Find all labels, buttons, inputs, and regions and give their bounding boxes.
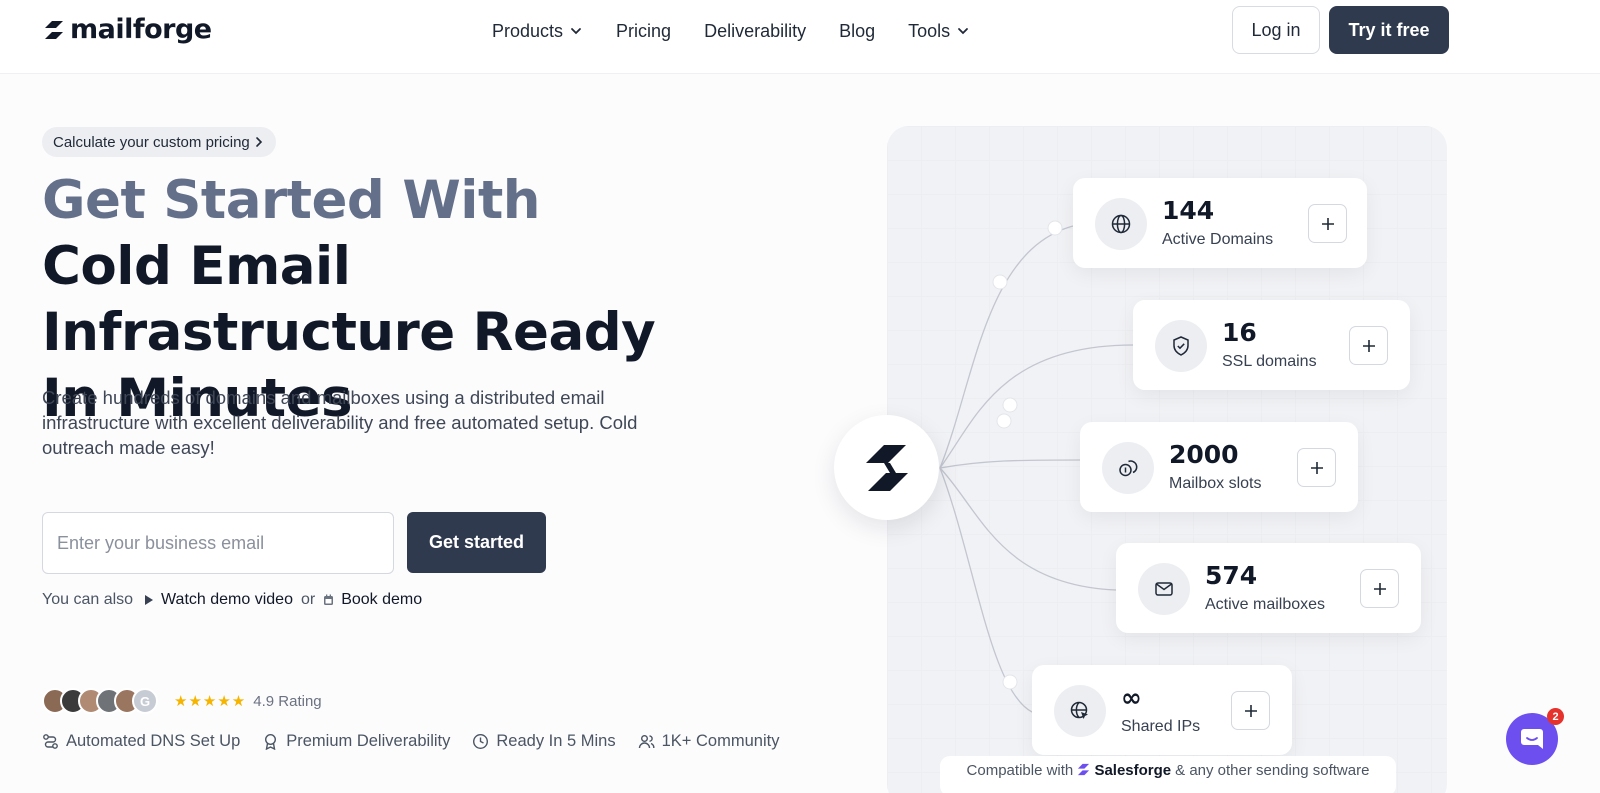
try-free-button[interactable]: Try it free (1329, 6, 1449, 54)
mailforge-logo[interactable]: mailforge (42, 14, 212, 45)
plus-icon (1373, 582, 1386, 595)
coins-icon (1102, 442, 1154, 494)
nav-item-label: Tools (908, 20, 951, 41)
feature-label: Premium Deliverability (286, 732, 451, 750)
compat-brand-name: Salesforge (1094, 762, 1172, 779)
award-icon (265, 733, 277, 750)
hero-subtitle: Create hundreds of domains and mailboxes… (42, 387, 638, 458)
forge-logo-icon (865, 444, 908, 491)
feature-list: Automated DNS Set Up Premium Deliverabil… (42, 732, 779, 751)
stat-value: 16 (1222, 318, 1257, 347)
add-mailbox-slot-button[interactable] (1297, 448, 1336, 487)
top-navbar: mailforge Products Pricing Deliverabilit… (0, 0, 1600, 74)
add-domain-button[interactable] (1308, 204, 1347, 243)
or-text: or (300, 591, 316, 608)
compat-suffix: & any other sending software (1175, 762, 1370, 779)
book-demo-label: Book demo (341, 591, 423, 608)
stat-card-shared-ips: ∞ Shared IPs (1032, 665, 1292, 755)
g2-logo-icon: G (132, 688, 158, 714)
plus-icon (1321, 217, 1334, 230)
feature-item: 1K+ Community (638, 732, 780, 751)
rating: ★★★★★ 4.9 Rating (174, 692, 322, 711)
brand-name: mailforge (70, 14, 212, 45)
salesforge-logo-icon (1078, 763, 1090, 776)
add-ssl-domain-button[interactable] (1349, 326, 1388, 365)
plus-icon (1362, 339, 1375, 352)
feature-label: Ready In 5 Mins (496, 732, 616, 750)
calendar-icon (324, 594, 334, 605)
nav-item-label: Blog (839, 20, 876, 41)
feature-item: Premium Deliverability (262, 732, 450, 751)
custom-pricing-pill[interactable]: Calculate your custom pricing (42, 127, 276, 157)
nav-item-label: Pricing (616, 20, 672, 41)
add-mailbox-button[interactable] (1360, 569, 1399, 608)
get-started-button[interactable]: Get started (407, 512, 546, 573)
globe-icon (1095, 198, 1147, 250)
shield-check-icon (1155, 320, 1207, 372)
also-prefix: You can also (42, 591, 134, 608)
unread-badge: 2 (1547, 708, 1564, 725)
clock-icon (473, 733, 489, 750)
pill-label: Calculate your custom pricing (53, 133, 250, 151)
nav-item-deliverability[interactable]: Deliverability (704, 21, 806, 42)
nav-item-pricing[interactable]: Pricing (616, 21, 671, 42)
mailforge-logo-icon (45, 20, 63, 39)
chevron-right-icon (255, 137, 262, 147)
stat-label: Active mailboxes (1205, 596, 1326, 613)
compatibility-note: Compatible with Salesforge & any other s… (940, 756, 1396, 793)
add-shared-ip-button[interactable] (1231, 691, 1270, 730)
nav-item-label: Deliverability (704, 20, 807, 41)
mail-icon (1138, 563, 1190, 615)
stat-card-active-domains: 144 Active Domains (1073, 178, 1367, 268)
watch-demo-label: Watch demo video (161, 591, 293, 608)
feature-item: Ready In 5 Mins (472, 732, 616, 751)
stat-label: Mailbox slots (1169, 475, 1262, 492)
feature-item: Automated DNS Set Up (42, 732, 240, 751)
play-icon (145, 595, 154, 605)
plus-icon (1310, 461, 1323, 474)
stat-label: Shared IPs (1121, 718, 1201, 735)
salesforge-hub-logo (834, 415, 939, 520)
headline-muted: Get Started With (42, 170, 541, 231)
business-email-input[interactable] (42, 512, 394, 574)
watch-demo-link[interactable]: Watch demo video (143, 591, 293, 609)
secondary-actions: You can also Watch demo video or Book de… (42, 590, 422, 610)
plus-icon (1244, 704, 1257, 717)
stat-card-mailbox-slots: 2000 Mailbox slots (1080, 422, 1358, 512)
compat-prefix: Compatible with (966, 762, 1074, 779)
nav-item-tools[interactable]: Tools (908, 21, 970, 42)
book-demo-link[interactable]: Book demo (323, 591, 422, 609)
star-rating-icon: ★★★★★ (174, 693, 247, 710)
stat-value: 144 (1162, 196, 1215, 225)
feature-label: Automated DNS Set Up (66, 732, 241, 750)
stat-label: Active Domains (1162, 231, 1274, 248)
chevron-down-icon (571, 28, 581, 35)
nav-item-label: Products (492, 20, 564, 41)
chevron-down-icon (958, 28, 969, 35)
login-button[interactable]: Log in (1232, 6, 1320, 54)
customer-avatars: G (42, 688, 158, 714)
globe-pointer-icon (1054, 685, 1106, 737)
stat-value: ∞ (1121, 683, 1142, 712)
stat-value: 574 (1205, 561, 1258, 590)
stat-value: 2000 (1169, 440, 1239, 469)
users-icon (638, 735, 655, 749)
stat-label: SSL domains (1222, 353, 1317, 370)
nav-item-products[interactable]: Products (492, 21, 583, 42)
main-nav: Products Pricing Deliverability Blog Too… (492, 19, 970, 43)
salesforge-brand: Salesforge (1077, 762, 1171, 779)
dns-route-icon (43, 734, 58, 749)
stat-card-active-mailboxes: 574 Active mailboxes (1116, 543, 1421, 633)
rating-text: 4.9 Rating (253, 692, 322, 710)
stat-card-ssl-domains: 16 SSL domains (1133, 300, 1410, 390)
nav-item-blog[interactable]: Blog (839, 21, 875, 42)
feature-label: 1K+ Community (661, 732, 780, 750)
chat-bubble-icon (1521, 729, 1543, 749)
